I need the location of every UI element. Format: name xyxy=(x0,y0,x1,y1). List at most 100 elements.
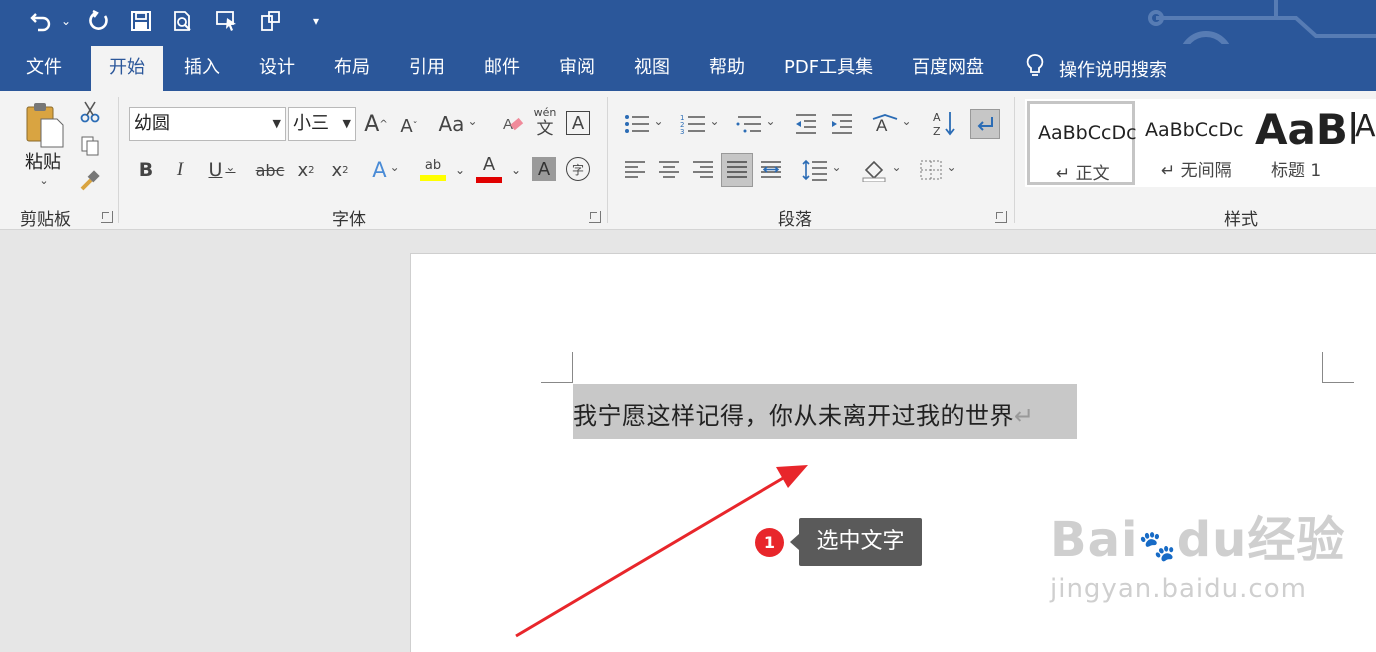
font-color-icon[interactable]: A xyxy=(474,153,504,185)
align-right-icon[interactable] xyxy=(690,155,716,185)
strikethrough-icon[interactable]: abc xyxy=(254,155,286,185)
tab-design[interactable]: 设计 xyxy=(241,46,313,91)
superscript-x: x xyxy=(331,159,343,181)
paragraph-mark: ↵ xyxy=(1014,402,1035,430)
style-name: ↵ 无间隔 xyxy=(1161,161,1232,181)
styles-group-label: 样式 xyxy=(1224,210,1258,230)
watermark-url: jingyan.baidu.com xyxy=(1050,574,1307,604)
watermark-jy: 经验 xyxy=(1247,512,1346,568)
superscript-2: 2 xyxy=(342,164,349,176)
line-spacing-icon[interactable] xyxy=(798,155,846,185)
italic-icon[interactable]: I xyxy=(168,155,192,185)
tab-references[interactable]: 引用 xyxy=(391,46,463,91)
tab-mailings[interactable]: 邮件 xyxy=(466,46,538,91)
styles-gallery: AaBbCcDc ↵ 正文 AaBbCcDc ↵ 无间隔 AaBl 标题 1 A xyxy=(1025,99,1376,187)
ribbon: 粘贴 ⌄ 剪贴板 幼圆 ▼ 小三 ▼ A^ Aˇ Aa A wén 文 A B … xyxy=(0,91,1376,230)
cut-icon[interactable] xyxy=(78,99,102,125)
borders-icon[interactable] xyxy=(914,155,962,185)
format-painter-icon[interactable] xyxy=(78,167,102,193)
superscript-icon[interactable]: x2 xyxy=(326,155,354,185)
clear-formatting-icon[interactable]: A xyxy=(500,109,526,139)
save-icon[interactable] xyxy=(126,6,156,36)
svg-text:A: A xyxy=(933,111,941,124)
shading-icon[interactable] xyxy=(858,155,906,185)
paste-label[interactable]: 粘贴 xyxy=(20,149,66,173)
tab-baidu-netdisk[interactable]: 百度网盘 xyxy=(894,46,1002,91)
print-preview-icon[interactable] xyxy=(168,6,198,36)
paragraph-launcher-icon[interactable] xyxy=(995,211,1007,223)
underline-icon[interactable]: U xyxy=(200,155,244,185)
customize-icon[interactable] xyxy=(256,6,286,36)
style-heading-1[interactable]: AaBl 标题 1 xyxy=(1247,101,1355,185)
tab-review[interactable]: 审阅 xyxy=(541,46,613,91)
increase-indent-icon[interactable] xyxy=(828,109,856,139)
enclose-characters-icon[interactable]: 字 xyxy=(566,157,590,181)
font-name-combo[interactable]: 幼圆 ▼ xyxy=(129,107,286,141)
crop-mark xyxy=(572,352,573,383)
crop-mark xyxy=(1322,382,1354,383)
font-color-swatch xyxy=(476,176,502,183)
bold-icon[interactable]: B xyxy=(134,155,158,185)
numbering-icon[interactable]: 123 xyxy=(676,109,724,139)
align-left-icon[interactable] xyxy=(622,155,648,185)
tell-me-label: 操作说明搜索 xyxy=(1059,59,1167,81)
copy-icon[interactable] xyxy=(78,133,102,159)
tab-file[interactable]: 文件 xyxy=(8,46,80,91)
style-no-spacing[interactable]: AaBbCcDc ↵ 无间隔 xyxy=(1137,101,1245,185)
multilevel-list-icon[interactable] xyxy=(732,109,780,139)
touch-mode-icon[interactable] xyxy=(212,6,242,36)
style-sample: AaBbCcDc xyxy=(1038,122,1137,144)
step-badge: 1 xyxy=(755,528,784,557)
shrink-font-icon[interactable]: Aˇ xyxy=(396,111,422,141)
ribbon-tabs: 文件 开始 插入 设计 布局 引用 邮件 审阅 视图 帮助 PDF工具集 百度网… xyxy=(0,44,1376,91)
style-heading-2[interactable]: A xyxy=(1355,101,1376,185)
font-size-combo[interactable]: 小三 ▼ xyxy=(288,107,356,141)
style-name: 标题 1 xyxy=(1271,161,1322,181)
tab-pdf-tools[interactable]: PDF工具集 xyxy=(766,46,891,91)
paste-dropdown-icon[interactable]: ⌄ xyxy=(36,173,52,187)
undo-icon[interactable] xyxy=(26,6,56,36)
clipboard-launcher-icon[interactable] xyxy=(101,211,113,223)
undo-dropdown-icon[interactable]: ⌄ xyxy=(58,6,74,36)
justify-icon[interactable] xyxy=(721,153,753,187)
grow-font-icon[interactable]: A ^ xyxy=(362,109,390,139)
character-border-icon[interactable]: A xyxy=(566,111,590,135)
clipboard-group-label: 剪贴板 xyxy=(20,210,71,230)
subscript-icon[interactable]: x2 xyxy=(292,155,320,185)
redo-icon[interactable] xyxy=(84,6,114,36)
tab-help[interactable]: 帮助 xyxy=(691,46,763,91)
phonetic-guide-char: 文 xyxy=(536,119,554,139)
paste-icon[interactable] xyxy=(22,101,68,149)
watermark-du: du xyxy=(1176,512,1248,568)
sort-icon[interactable]: AZ xyxy=(930,107,958,139)
font-color-dropdown-icon[interactable]: ⌄ xyxy=(508,157,524,183)
bullets-icon[interactable] xyxy=(620,109,668,139)
decrease-indent-icon[interactable] xyxy=(792,109,820,139)
change-case-icon[interactable]: Aa xyxy=(436,109,480,139)
chevron-down-icon: ▼ xyxy=(342,117,351,130)
highlight-color-icon[interactable]: ab xyxy=(418,153,448,185)
show-hide-marks-icon[interactable] xyxy=(970,109,1000,139)
tell-me-search[interactable]: 操作说明搜索 xyxy=(1025,46,1167,91)
highlight-dropdown-icon[interactable]: ⌄ xyxy=(452,157,468,183)
tab-home[interactable]: 开始 xyxy=(91,46,163,91)
tab-insert[interactable]: 插入 xyxy=(166,46,238,91)
style-normal[interactable]: AaBbCcDc ↵ 正文 xyxy=(1027,101,1137,185)
style-sample: AaBbCcDc xyxy=(1145,119,1244,141)
align-center-icon[interactable] xyxy=(656,155,682,185)
phonetic-guide-icon[interactable]: wén 文 xyxy=(532,105,558,141)
character-shading-icon[interactable]: A xyxy=(532,157,556,181)
subscript-x: x xyxy=(297,159,309,181)
baidu-jingyan-watermark: Bai🐾du经验 jingyan.baidu.com xyxy=(1050,500,1345,604)
qat-more-icon[interactable]: ▾ xyxy=(306,6,326,36)
svg-text:3: 3 xyxy=(680,128,684,135)
distributed-icon[interactable] xyxy=(758,155,784,185)
tab-view[interactable]: 视图 xyxy=(616,46,688,91)
asian-layout-icon[interactable]: A xyxy=(868,109,916,139)
text-effects-icon[interactable]: A xyxy=(364,155,408,185)
lightbulb-icon xyxy=(1025,53,1045,84)
svg-text:Z: Z xyxy=(933,125,941,137)
tab-layout[interactable]: 布局 xyxy=(316,46,388,91)
font-launcher-icon[interactable] xyxy=(589,211,601,223)
document-paragraph[interactable]: 我宁愿这样记得，你从未离开过我的世界↵ xyxy=(573,396,1035,431)
